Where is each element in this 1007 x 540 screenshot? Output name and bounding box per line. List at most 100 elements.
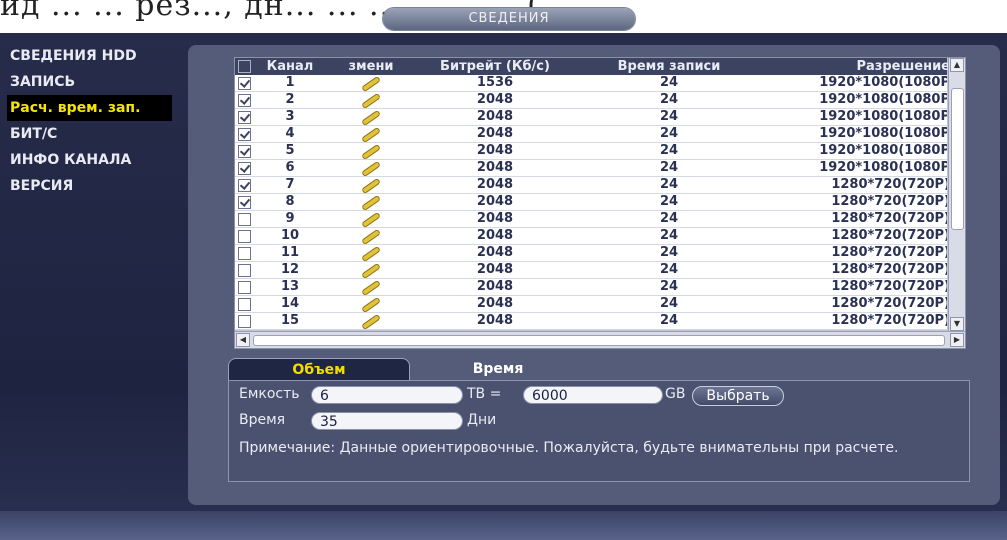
cell-bitrate: 2048 (476, 194, 514, 209)
table-row[interactable]: 5 2048 24 1920*1080(1080P (235, 143, 947, 160)
scroll-down-icon[interactable]: ▼ (950, 317, 964, 331)
row-checkbox[interactable] (238, 313, 252, 331)
cell-bitrate: 2048 (476, 245, 514, 260)
gb-input[interactable]: 6000 (523, 386, 663, 404)
table-row[interactable]: 11 2048 24 1280*720(720P) (235, 245, 947, 262)
cell-record-time: 24 (659, 245, 679, 260)
tab-time[interactable]: Время (443, 358, 553, 380)
cell-resolution: 1280*720(720P) (831, 177, 947, 192)
cell-channel: 1 (285, 75, 295, 90)
table-row[interactable]: 13 2048 24 1280*720(720P) (235, 279, 947, 296)
table-row[interactable]: 1 1536 24 1920*1080(1080P (235, 75, 947, 92)
sidebar-item[interactable]: ЗАПИСЬ (7, 69, 172, 95)
window-title: СВЕДЕНИЯ (383, 8, 635, 30)
pencil-icon[interactable] (336, 126, 406, 142)
select-button[interactable]: Выбрать (692, 386, 784, 406)
vertical-scrollbar[interactable]: ▲ ▼ (948, 58, 965, 331)
table-row[interactable]: 6 2048 24 1920*1080(1080P (235, 160, 947, 177)
pencil-icon[interactable] (336, 313, 406, 329)
table-row[interactable]: 12 2048 24 1280*720(720P) (235, 262, 947, 279)
cell-bitrate: 2048 (476, 313, 514, 328)
cell-record-time: 24 (659, 211, 679, 226)
cell-channel: 15 (280, 313, 300, 328)
cell-record-time: 24 (659, 262, 679, 277)
cell-resolution: 1280*720(720P) (831, 313, 947, 328)
cell-bitrate: 2048 (476, 228, 514, 243)
cell-record-time: 24 (659, 313, 679, 328)
cell-record-time: 24 (659, 194, 679, 209)
cell-resolution: 1280*720(720P) (831, 279, 947, 294)
table-row[interactable]: 14 2048 24 1280*720(720P) (235, 296, 947, 313)
channel-table: Канал змени Битрейт (Кб/с) Время записи … (234, 57, 966, 349)
scroll-right-icon[interactable]: ▶ (950, 333, 964, 347)
scroll-left-icon[interactable]: ◀ (236, 333, 250, 347)
cell-resolution: 1280*720(720P) (831, 194, 947, 209)
sidebar-item[interactable]: ВЕРСИЯ (7, 173, 172, 199)
horizontal-scroll-thumb[interactable] (253, 335, 945, 346)
header-edit: змени (348, 59, 394, 74)
cell-channel: 8 (285, 194, 295, 209)
cell-bitrate: 2048 (476, 109, 514, 124)
cell-channel: 3 (285, 109, 295, 124)
table-row[interactable]: 4 2048 24 1920*1080(1080P (235, 126, 947, 143)
note-text: Примечание: Данные ориентировочные. Пожа… (239, 440, 899, 456)
pencil-icon[interactable] (336, 296, 406, 312)
sidebar-item[interactable]: ИНФО КАНАЛА (7, 147, 172, 173)
cell-bitrate: 1536 (476, 75, 514, 90)
sidebar-item[interactable]: СВЕДЕНИЯ HDD (7, 43, 172, 69)
cell-record-time: 24 (659, 228, 679, 243)
table-row[interactable]: 9 2048 24 1280*720(720P) (235, 211, 947, 228)
cell-channel: 6 (285, 160, 295, 175)
cell-resolution: 1920*1080(1080P (819, 160, 947, 175)
cell-resolution: 1920*1080(1080P (819, 109, 947, 124)
pencil-icon[interactable] (336, 262, 406, 278)
tab-volume[interactable]: Объем (228, 358, 410, 381)
table-row[interactable]: 10 2048 24 1280*720(720P) (235, 228, 947, 245)
vertical-scroll-thumb[interactable] (951, 88, 964, 230)
sidebar-item[interactable]: БИТ/С (7, 121, 172, 147)
cell-record-time: 24 (659, 92, 679, 107)
pencil-icon[interactable] (336, 211, 406, 227)
pencil-icon[interactable] (336, 228, 406, 244)
pencil-icon[interactable] (336, 75, 406, 91)
table-row[interactable]: 3 2048 24 1920*1080(1080P (235, 109, 947, 126)
horizontal-scrollbar[interactable]: ◀ ▶ (235, 331, 965, 348)
pencil-icon[interactable] (336, 177, 406, 193)
table-row[interactable]: 8 2048 24 1280*720(720P) (235, 194, 947, 211)
cell-channel: 9 (285, 211, 295, 226)
table-header: Канал змени Битрейт (Кб/с) Время записи … (235, 58, 950, 75)
sidebar-item[interactable]: Расч. врем. зап. (7, 95, 172, 121)
cell-record-time: 24 (659, 75, 679, 90)
cell-channel: 14 (280, 296, 300, 311)
table-row[interactable]: 7 2048 24 1280*720(720P) (235, 177, 947, 194)
scroll-up-icon[interactable]: ▲ (950, 58, 964, 72)
pencil-icon[interactable] (336, 160, 406, 176)
time-input[interactable]: 35 (311, 412, 463, 430)
cell-bitrate: 2048 (476, 126, 514, 141)
days-label: Дни (467, 412, 497, 428)
bottom-bar (0, 511, 1007, 540)
cell-record-time: 24 (659, 109, 679, 124)
pencil-icon[interactable] (336, 194, 406, 210)
top-band: ид ... ... рез..., дн... ... ... ... ...… (0, 0, 1007, 33)
header-resolution: Разрешение (856, 59, 950, 74)
table-body: 1 1536 24 1920*1080(1080P 2 2048 24 1920*1080(1… (235, 75, 947, 331)
tab-content: Емкость 6 TB = 6000 GB Выбрать Время 35 … (228, 380, 970, 482)
cell-resolution: 1280*720(720P) (831, 245, 947, 260)
pencil-icon[interactable] (336, 92, 406, 108)
capacity-input[interactable]: 6 (311, 386, 463, 404)
cell-channel: 4 (285, 126, 295, 141)
pencil-icon[interactable] (336, 143, 406, 159)
cell-bitrate: 2048 (476, 143, 514, 158)
cell-record-time: 24 (659, 279, 679, 294)
pencil-icon[interactable] (336, 245, 406, 261)
cell-channel: 12 (280, 262, 300, 277)
cell-resolution: 1280*720(720P) (831, 228, 947, 243)
table-row[interactable]: 2 2048 24 1920*1080(1080P (235, 92, 947, 109)
gb-label: GB (665, 386, 686, 402)
table-row[interactable]: 15 2048 24 1280*720(720P) (235, 313, 947, 330)
cell-resolution: 1920*1080(1080P (819, 143, 947, 158)
pencil-icon[interactable] (336, 279, 406, 295)
cell-record-time: 24 (659, 177, 679, 192)
pencil-icon[interactable] (336, 109, 406, 125)
